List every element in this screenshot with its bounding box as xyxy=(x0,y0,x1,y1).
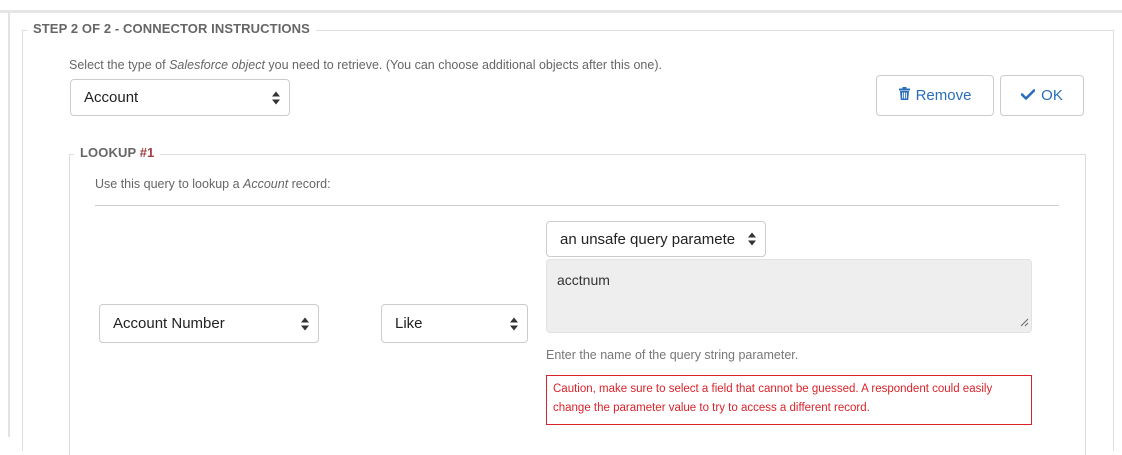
lookup-description-start: Use this query to lookup a xyxy=(95,177,243,191)
remove-button[interactable]: Remove xyxy=(876,75,994,116)
value-source-select[interactable]: an unsafe query paramete xyxy=(546,221,766,257)
value-source-select-value: an unsafe query paramete xyxy=(560,230,736,248)
lookup-description-emphasis: Account xyxy=(243,177,289,191)
lookup-description: Use this query to lookup a Account recor… xyxy=(95,177,331,191)
sort-arrows-icon xyxy=(748,232,756,246)
query-parameter-value: acctnum xyxy=(557,272,610,288)
caution-alert: Caution, make sure to select a field tha… xyxy=(546,375,1032,425)
object-type-select[interactable]: Account xyxy=(70,79,290,116)
intro-text-start: Select the type of xyxy=(69,58,170,72)
lookup-number: #1 xyxy=(139,145,155,160)
intro-text: Select the type of Salesforce object you… xyxy=(69,58,662,72)
trash-icon xyxy=(898,87,910,104)
intro-text-end: you need to retrieve. (You can choose ad… xyxy=(264,58,662,72)
object-type-select-value: Account xyxy=(84,89,139,106)
left-rule xyxy=(8,13,10,437)
lookup-description-end: record: xyxy=(288,177,331,191)
intro-text-emphasis: Salesforce object xyxy=(169,58,265,72)
sort-arrows-icon xyxy=(510,317,518,330)
parameter-help-text: Enter the name of the query string param… xyxy=(546,348,799,362)
lookup-field-select-value: Account Number xyxy=(113,315,225,332)
ok-button-label: OK xyxy=(1041,87,1063,104)
ok-button[interactable]: OK xyxy=(1000,75,1084,116)
operator-select-value: Like xyxy=(395,315,423,332)
sort-arrows-icon xyxy=(272,91,280,104)
top-rule xyxy=(0,10,1122,13)
check-icon xyxy=(1020,87,1036,104)
step-legend: STEP 2 OF 2 - CONNECTOR INSTRUCTIONS xyxy=(27,21,316,36)
lookup-legend: LOOKUP #1 xyxy=(74,145,161,160)
query-parameter-textarea[interactable]: acctnum xyxy=(546,259,1032,333)
sort-arrows-icon xyxy=(301,317,309,330)
operator-select[interactable]: Like xyxy=(381,304,528,343)
lookup-divider xyxy=(95,205,1059,206)
resize-grip-icon[interactable] xyxy=(1020,314,1029,330)
lookup-legend-label: LOOKUP xyxy=(80,145,140,160)
remove-button-label: Remove xyxy=(915,87,972,104)
lookup-field-select[interactable]: Account Number xyxy=(99,304,319,343)
